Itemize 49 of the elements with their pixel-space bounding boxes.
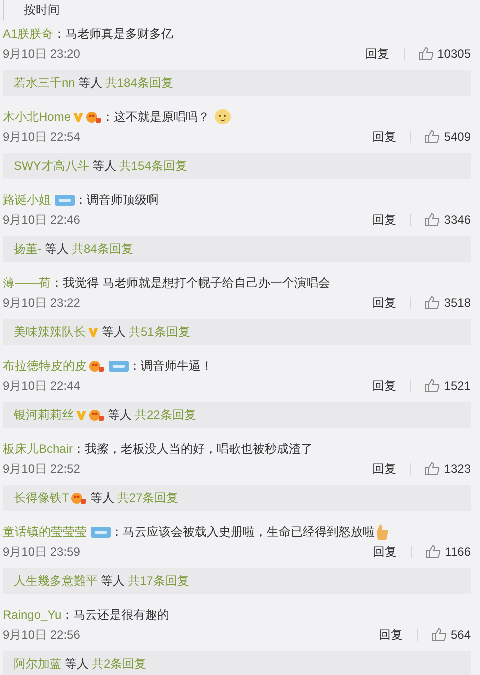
reply-link[interactable]: 回复 <box>372 128 396 146</box>
reply-link[interactable]: 回复 <box>372 211 396 229</box>
reply-suffix: 等人 <box>65 656 89 673</box>
like-button[interactable]: 3518 <box>425 294 471 312</box>
comment-text: ：马云还是很有趣的 <box>62 607 170 624</box>
reply-suffix: 等人 <box>78 75 102 92</box>
thumbs-up-icon <box>432 628 447 642</box>
like-button[interactable]: 1166 <box>426 543 471 561</box>
reply-link[interactable]: 回复 <box>372 460 396 478</box>
comment-text: ：马老师真是多财多亿 <box>54 26 174 43</box>
reply-link[interactable]: 回复 <box>378 626 403 644</box>
reply-suffix: 等人 <box>45 241 69 258</box>
reply-suffix: 等人 <box>108 407 132 424</box>
reply-suffix: 等人 <box>101 573 125 590</box>
thumbs-up-icon <box>425 130 440 144</box>
reply-suffix: 等人 <box>92 158 116 175</box>
comment-text: ：调音师顶级啊 <box>75 192 159 209</box>
comment-text: ：我觉得 马老师就是想打个幌子给自己办一个演唱会 <box>51 275 330 292</box>
comment-date: 9月10日 22:56 <box>3 627 80 644</box>
thumbs-up-icon <box>418 47 434 61</box>
comment-date: 9月10日 22:44 <box>3 378 80 395</box>
reply-link[interactable]: 回复 <box>372 377 396 395</box>
comment-text: ：这不就是原唱吗？ <box>102 109 210 126</box>
comment-date: 9月10日 23:20 <box>3 46 80 63</box>
comment-date: 9月10日 22:54 <box>3 129 80 146</box>
like-button[interactable]: 1521 <box>425 377 471 395</box>
comment-date: 9月10日 22:46 <box>3 212 80 229</box>
thumbs-up-icon <box>426 545 442 559</box>
like-button[interactable]: 10305 <box>418 45 471 63</box>
thumbs-up-icon <box>425 379 440 393</box>
like-button[interactable]: 3346 <box>425 211 471 229</box>
sort-tab[interactable]: 按时间 <box>24 1 60 19</box>
comment-text: ：马云应该会被载入史册啦，生命已经得到怒放啦 <box>111 524 375 541</box>
like-button[interactable]: 564 <box>432 626 471 644</box>
thumbs-up-icon <box>425 213 440 227</box>
reply-suffix: 等人 <box>90 490 114 507</box>
like-button[interactable]: 5409 <box>425 128 471 146</box>
reply-suffix: 等人 <box>102 324 126 341</box>
like-button[interactable]: 1323 <box>425 460 471 478</box>
comment-text: ：我擦，老板没人当的好，唱歌也被秒成渣了 <box>73 441 314 458</box>
thumbs-up-icon <box>425 296 440 310</box>
comment-date: 9月10日 23:22 <box>3 295 80 312</box>
comment-date: 9月10日 22:52 <box>3 461 80 478</box>
reply-link[interactable]: 回复 <box>373 543 398 561</box>
thumbs-up-icon <box>425 462 440 476</box>
comment-text: ：调音师牛逼！ <box>129 358 213 375</box>
comment-date: 9月10日 23:59 <box>3 544 80 561</box>
reply-link[interactable]: 回复 <box>372 294 396 312</box>
reply-link[interactable]: 回复 <box>366 45 390 63</box>
